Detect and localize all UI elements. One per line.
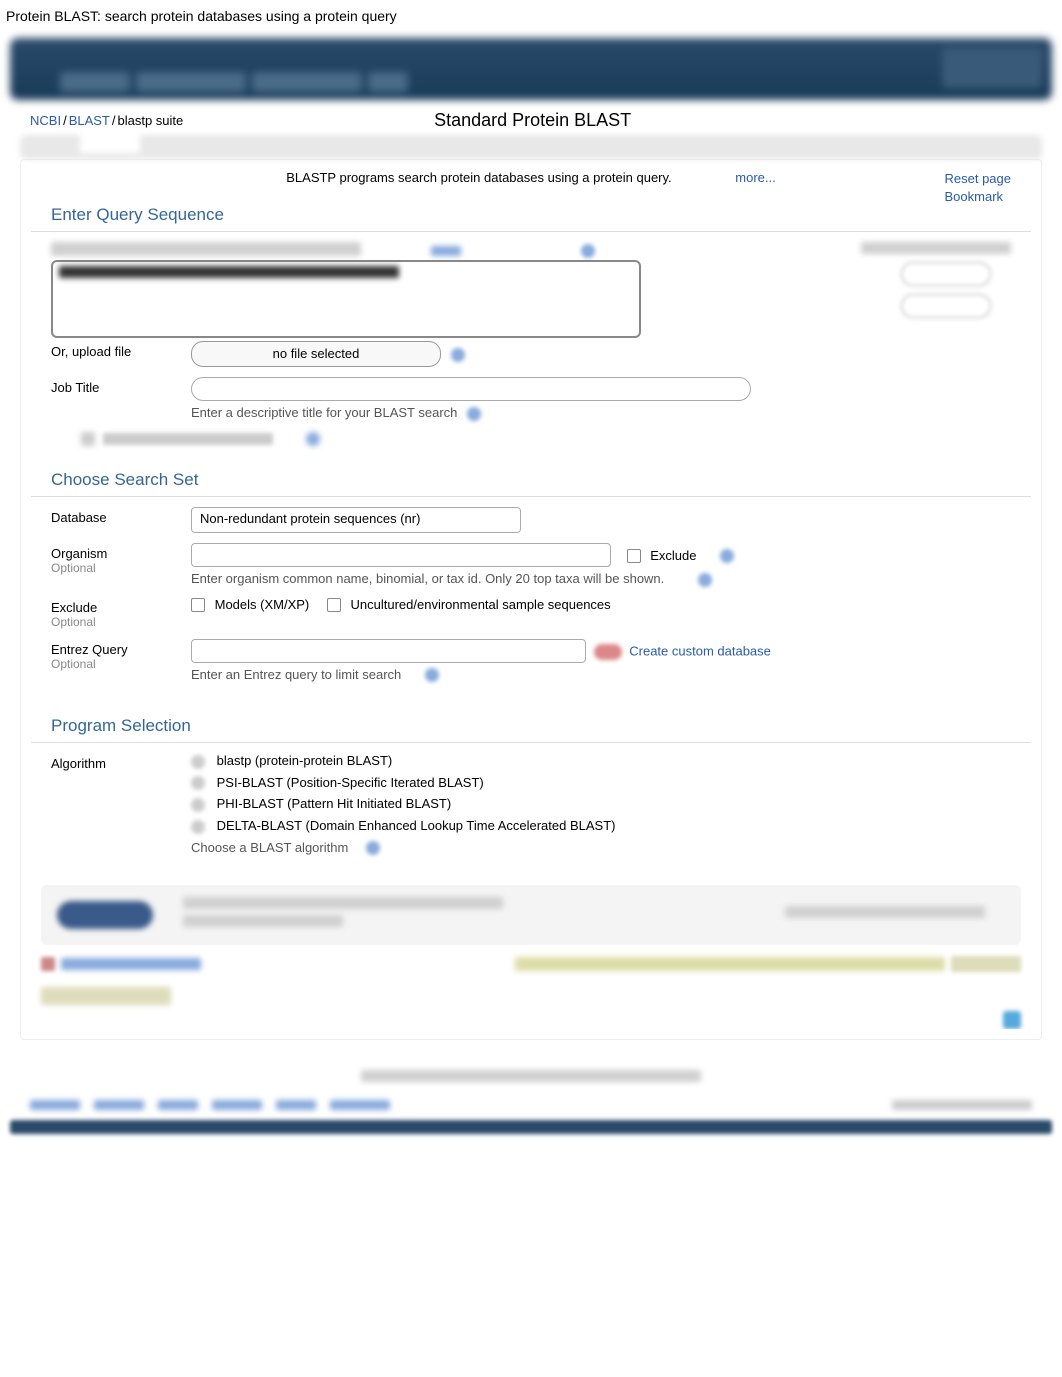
database-select[interactable]: Non-redundant protein sequences (nr) bbox=[191, 507, 521, 533]
breadcrumb: NCBI / BLAST / blastp suite Standard Pro… bbox=[0, 106, 1062, 135]
footer-link[interactable] bbox=[94, 1100, 144, 1110]
optional-tag: Optional bbox=[51, 561, 191, 575]
help-icon[interactable] bbox=[425, 668, 439, 682]
breadcrumb-separator: / bbox=[63, 113, 67, 128]
organism-exclude-label: Exclude bbox=[650, 548, 696, 563]
algorithm-parameters-row bbox=[41, 955, 1021, 973]
algorithm-radio-phiblast[interactable] bbox=[191, 798, 205, 812]
breadcrumb-ncbi-link[interactable]: NCBI bbox=[30, 113, 61, 128]
clear-link[interactable] bbox=[431, 246, 461, 256]
job-title-label: Job Title bbox=[51, 377, 191, 395]
organism-label: Organism bbox=[51, 546, 107, 561]
entrez-hint: Enter an Entrez query to limit search bbox=[191, 667, 401, 682]
search-set-legend: Choose Search Set bbox=[31, 464, 1031, 497]
breadcrumb-separator: / bbox=[112, 113, 116, 128]
bookmark-link[interactable]: Bookmark bbox=[945, 188, 1012, 206]
main-content: BLASTP programs search protein databases… bbox=[20, 159, 1042, 1040]
info-row: BLASTP programs search protein databases… bbox=[21, 164, 1041, 191]
subrange-to-input[interactable] bbox=[901, 294, 991, 318]
restore-defaults-button[interactable] bbox=[951, 956, 1021, 972]
help-icon[interactable] bbox=[366, 841, 380, 855]
organism-hint: Enter organism common name, binomial, or… bbox=[191, 571, 664, 586]
footer-link[interactable] bbox=[30, 1100, 80, 1110]
subrange-from-input[interactable] bbox=[901, 262, 991, 286]
accession-label bbox=[51, 242, 361, 256]
footer bbox=[10, 1070, 1052, 1110]
database-label: Database bbox=[51, 507, 191, 525]
help-icon[interactable] bbox=[467, 407, 481, 421]
algorithm-option-label: PSI-BLAST (Position-Specific Iterated BL… bbox=[217, 775, 484, 790]
footer-link[interactable] bbox=[276, 1100, 316, 1110]
algorithm-label: Algorithm bbox=[51, 753, 191, 771]
help-icon[interactable] bbox=[581, 244, 595, 258]
banner-nav-item[interactable] bbox=[60, 72, 130, 92]
algorithm-option-label: blastp (protein-protein BLAST) bbox=[217, 753, 393, 768]
bottom-button[interactable] bbox=[41, 987, 171, 1005]
reset-page-link[interactable]: Reset page bbox=[945, 170, 1012, 188]
info-text: BLASTP programs search protein databases… bbox=[286, 170, 671, 185]
algorithm-option-label: DELTA-BLAST (Domain Enhanced Lookup Time… bbox=[217, 818, 616, 833]
exclude-uncultured-checkbox[interactable] bbox=[327, 598, 341, 612]
banner-nav-item[interactable] bbox=[368, 72, 408, 92]
banner-right-box bbox=[942, 48, 1042, 88]
job-title-input[interactable] bbox=[191, 377, 751, 401]
program-tabs[interactable] bbox=[20, 135, 1042, 159]
footer-tagline bbox=[361, 1070, 701, 1082]
banner-nav-item[interactable] bbox=[136, 72, 246, 92]
algorithm-radio-psiblast[interactable] bbox=[191, 776, 205, 790]
algorithm-hint: Choose a BLAST algorithm bbox=[191, 840, 348, 855]
upload-file-label: Or, upload file bbox=[51, 341, 191, 359]
exclude-label: Exclude bbox=[51, 600, 97, 615]
help-icon[interactable] bbox=[698, 573, 712, 587]
exclude-models-checkbox[interactable] bbox=[191, 598, 205, 612]
new-badge bbox=[594, 644, 622, 660]
file-input[interactable]: no file selected bbox=[191, 341, 441, 367]
job-title-hint: Enter a descriptive title for your BLAST… bbox=[191, 405, 457, 420]
footer-bar bbox=[10, 1120, 1052, 1134]
program-selection-section: Program Selection Algorithm blastp (prot… bbox=[31, 710, 1031, 875]
footer-link[interactable] bbox=[330, 1100, 390, 1110]
footer-link[interactable] bbox=[212, 1100, 262, 1110]
banner-nav-item[interactable] bbox=[252, 72, 362, 92]
entrez-query-input[interactable] bbox=[191, 639, 586, 663]
optional-tag: Optional bbox=[51, 615, 191, 629]
algorithm-radio-blastp[interactable] bbox=[191, 755, 205, 769]
help-icon[interactable] bbox=[720, 549, 734, 563]
entrez-query-label: Entrez Query bbox=[51, 642, 128, 657]
algorithm-radio-deltablast[interactable] bbox=[191, 820, 205, 834]
algorithm-parameters-link[interactable] bbox=[61, 958, 201, 970]
twitter-icon[interactable] bbox=[1003, 1011, 1021, 1029]
ncbi-top-banner bbox=[10, 38, 1052, 100]
search-set-section: Choose Search Set Database Non-redundant… bbox=[31, 464, 1031, 702]
exclude-uncultured-label: Uncultured/environmental sample sequence… bbox=[351, 597, 611, 612]
query-section-legend: Enter Query Sequence bbox=[31, 199, 1031, 232]
organism-exclude-checkbox[interactable] bbox=[627, 549, 641, 563]
exclude-models-label: Models (XM/XP) bbox=[215, 597, 310, 612]
main-heading: Standard Protein BLAST bbox=[183, 110, 882, 131]
query-subrange bbox=[861, 242, 1011, 326]
submit-row bbox=[41, 885, 1021, 945]
blast-submit-button[interactable] bbox=[57, 901, 153, 929]
algorithm-option-label: PHI-BLAST (Pattern Hit Initiated BLAST) bbox=[217, 796, 452, 811]
program-selection-legend: Program Selection bbox=[31, 710, 1031, 743]
page-title: Protein BLAST: search protein databases … bbox=[0, 0, 1062, 32]
expand-icon[interactable] bbox=[41, 957, 55, 971]
create-custom-db-link[interactable]: Create custom database bbox=[629, 643, 771, 658]
more-link[interactable]: more... bbox=[735, 170, 775, 185]
organism-input[interactable] bbox=[191, 543, 611, 567]
breadcrumb-blast-link[interactable]: BLAST bbox=[69, 113, 110, 128]
note-text bbox=[515, 957, 945, 971]
breadcrumb-current: blastp suite bbox=[118, 113, 184, 128]
footer-right-text bbox=[892, 1100, 1032, 1110]
help-icon[interactable] bbox=[306, 432, 320, 446]
footer-link[interactable] bbox=[158, 1100, 198, 1110]
query-section: Enter Query Sequence bbox=[31, 199, 1031, 456]
help-icon[interactable] bbox=[451, 348, 465, 362]
align-checkbox[interactable] bbox=[81, 432, 95, 446]
optional-tag: Optional bbox=[51, 657, 191, 671]
align-two-sequences-row bbox=[51, 431, 1011, 447]
